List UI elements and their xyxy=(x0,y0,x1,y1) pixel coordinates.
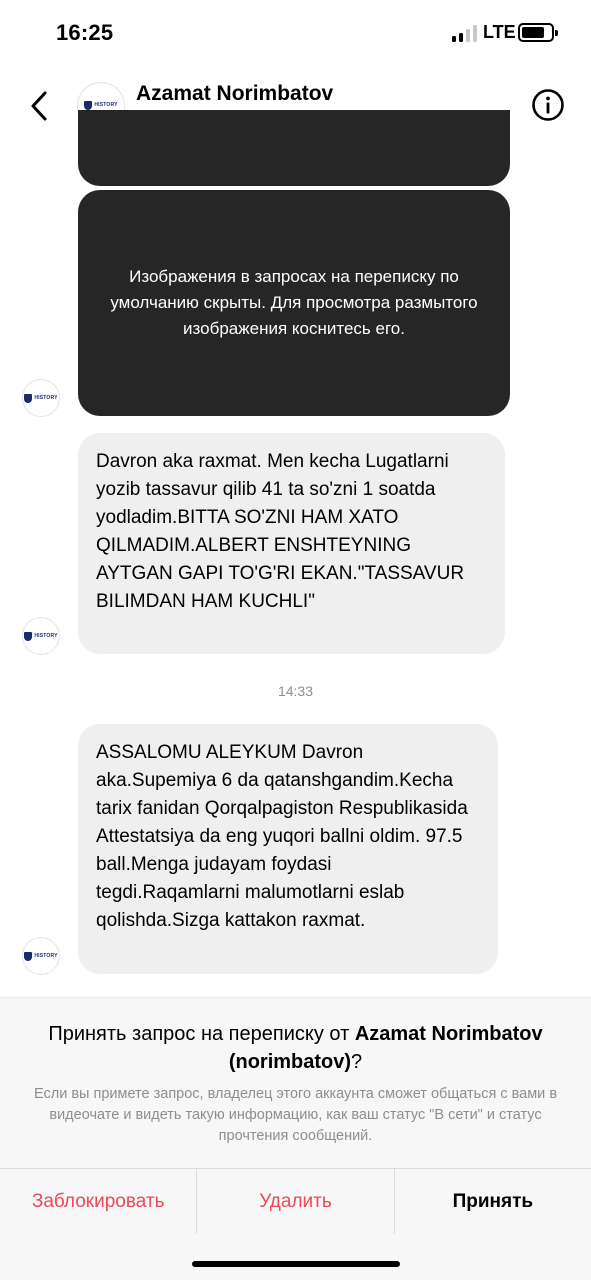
history-logo-icon: HISTORY xyxy=(24,951,57,961)
request-actions: Заблокировать Удалить Принять xyxy=(0,1168,591,1234)
hidden-image-bubble[interactable]: Изображения в запросах на переписку по у… xyxy=(78,190,510,416)
home-indicator[interactable] xyxy=(192,1261,400,1267)
avatar[interactable]: HISTORY xyxy=(22,937,60,975)
message-text: Davron aka raxmat. Men kecha Lugatlarni … xyxy=(96,451,465,612)
delete-button[interactable]: Удалить xyxy=(196,1169,393,1234)
request-title-prefix: Принять запрос на переписку от xyxy=(48,1023,350,1045)
message-bubble[interactable]: Davron aka raxmat. Men kecha Lugatlarni … xyxy=(78,433,505,654)
chevron-left-icon[interactable] xyxy=(24,86,54,126)
hidden-image-bubble[interactable] xyxy=(78,110,510,186)
request-title: Принять запрос на переписку от Azamat No… xyxy=(30,1020,561,1076)
request-title-suffix: ? xyxy=(351,1051,363,1073)
message-request-panel: Принять запрос на переписку от Azamat No… xyxy=(0,997,591,1280)
contact-name[interactable]: Azamat Norimbatov xyxy=(136,82,333,106)
status-bar: 16:25 LTE xyxy=(0,0,591,70)
message-bubble[interactable]: ASSALOMU ALEYKUM Davron aka.Supemiya 6 d… xyxy=(78,724,498,974)
accept-button[interactable]: Принять xyxy=(393,1169,591,1234)
history-logo-icon: HISTORY xyxy=(24,393,57,403)
message-timestamp: 14:33 xyxy=(277,683,314,699)
message-text: ASSALOMU ALEYKUM Davron aka.Supemiya 6 d… xyxy=(96,742,468,931)
cellular-signal-icon xyxy=(452,25,478,42)
history-logo-icon: HISTORY xyxy=(24,631,57,641)
info-circle-icon[interactable] xyxy=(531,88,565,122)
request-description: Если вы примете запрос, владелец этого а… xyxy=(33,1086,558,1144)
avatar[interactable]: HISTORY xyxy=(22,617,60,655)
block-button[interactable]: Заблокировать xyxy=(0,1169,196,1234)
hidden-image-notice: Изображения в запросах на переписку по у… xyxy=(110,267,478,338)
status-time: 16:25 xyxy=(56,20,114,45)
network-type: LTE xyxy=(483,22,516,42)
avatar[interactable]: HISTORY xyxy=(22,379,60,417)
battery-icon xyxy=(518,23,558,42)
